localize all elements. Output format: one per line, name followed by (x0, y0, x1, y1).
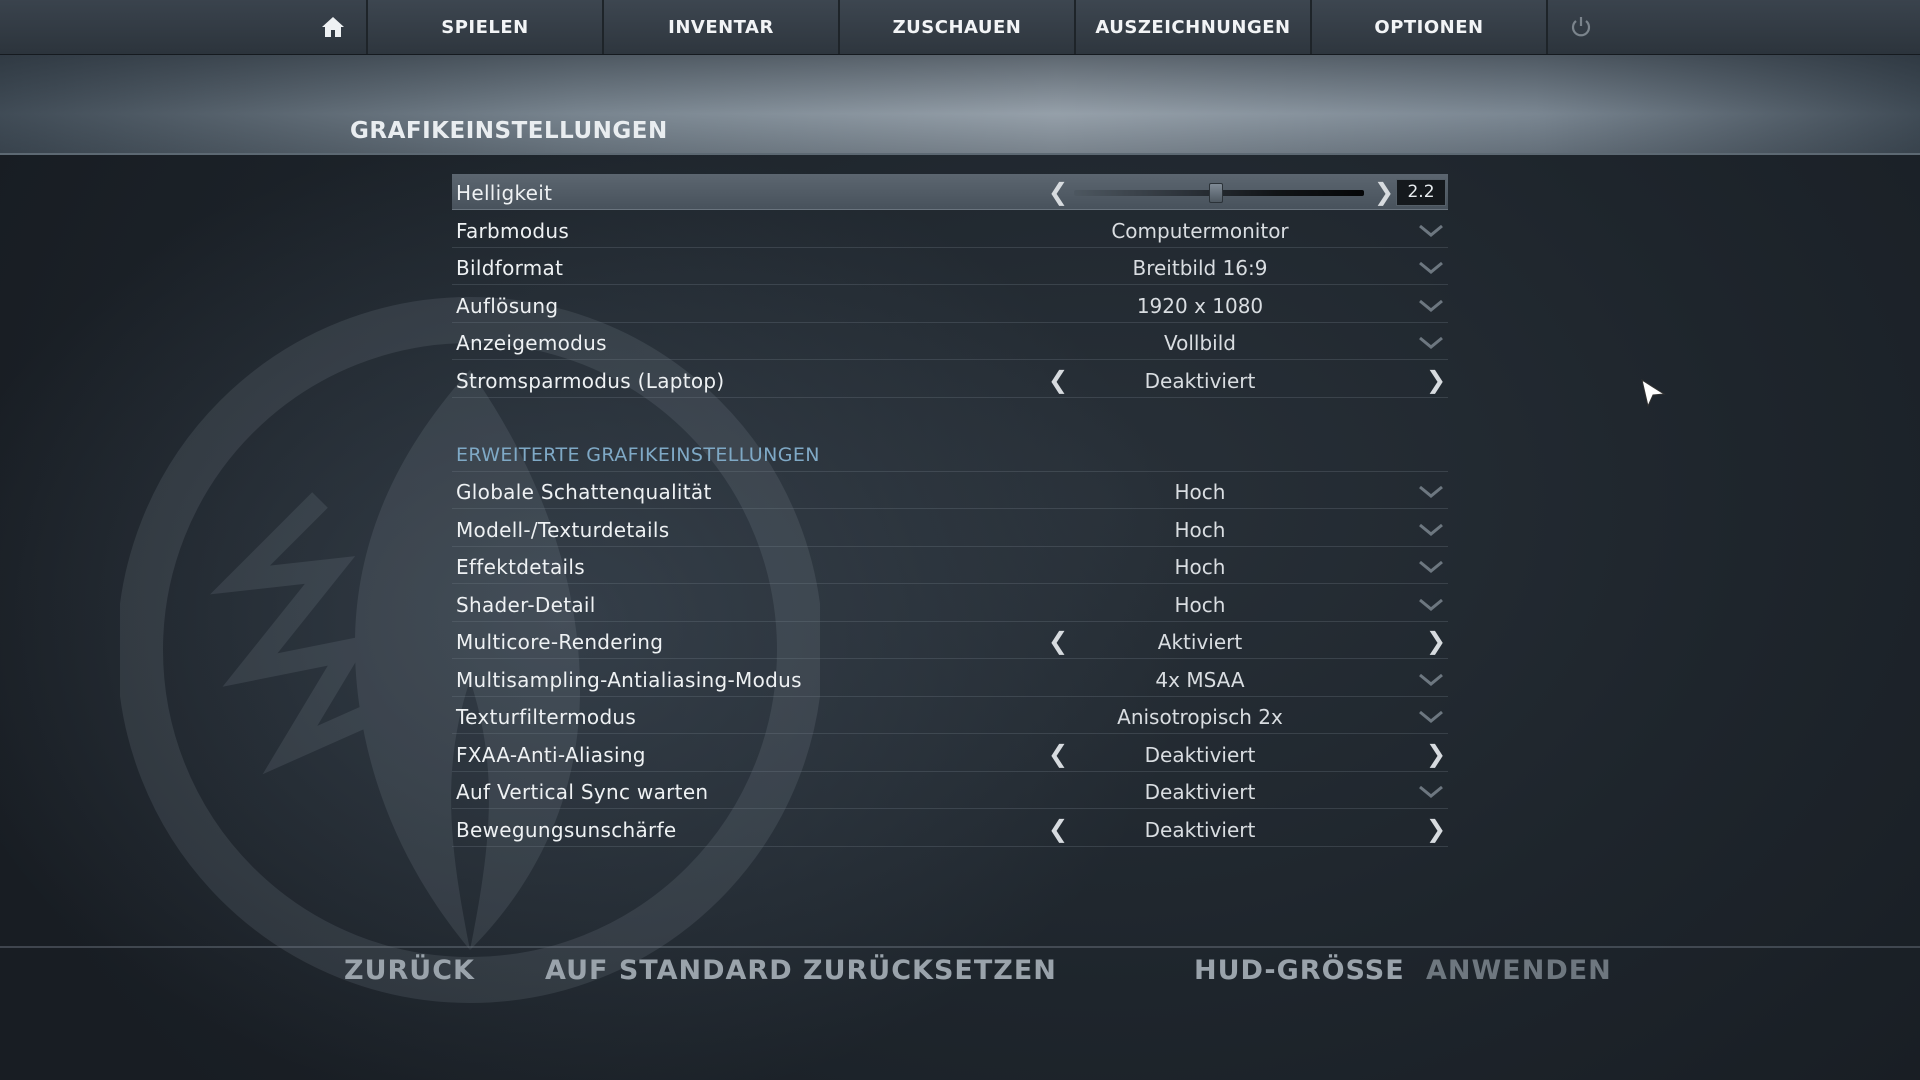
setting-label: Stromsparmodus (Laptop) (456, 368, 725, 393)
setting-label: FXAA-Anti-Aliasing (456, 742, 646, 767)
top-navigation: SPIELEN INVENTAR ZUSCHAUEN AUSZEICHNUNGE… (0, 0, 1920, 55)
setting-value[interactable]: 4x MSAA (1050, 668, 1350, 692)
chevron-down-icon[interactable] (1416, 594, 1446, 614)
nav-home-button[interactable] (300, 0, 368, 54)
tab-optionen[interactable]: OPTIONEN (1312, 0, 1548, 54)
setting-label: Multisampling-Antialiasing-Modus (456, 667, 802, 692)
setting-row[interactable]: Bildformat Breitbild 16:9 (452, 249, 1448, 285)
setting-value[interactable]: Computermonitor (1050, 219, 1350, 243)
setting-row[interactable]: Auf Vertical Sync warten Deaktiviert (452, 773, 1448, 809)
settings-list: Helligkeit ❮ ❯ 2.2 Farbmodus Computermoni… (452, 174, 1448, 848)
setting-value[interactable]: Deaktiviert (1050, 743, 1350, 767)
apply-button[interactable]: ANWENDEN (1426, 955, 1612, 986)
setting-row[interactable]: Effektdetails Hoch (452, 548, 1448, 584)
page-title: GRAFIKEINSTELLUNGEN (350, 118, 668, 144)
setting-value[interactable]: Deaktiviert (1050, 369, 1350, 393)
setting-label: Farbmodus (456, 218, 570, 243)
setting-row[interactable]: FXAA-Anti-Aliasing Deaktiviert ❮ ❯ (452, 736, 1448, 772)
chevron-right-icon[interactable]: ❯ (1426, 366, 1446, 394)
setting-label: Modell-/Texturdetails (456, 517, 670, 542)
slider-handle[interactable] (1209, 183, 1224, 203)
tab-inventar[interactable]: INVENTAR (604, 0, 840, 54)
setting-row[interactable]: Shader-Detail Hoch (452, 586, 1448, 622)
chevron-right-icon[interactable]: ❯ (1426, 627, 1446, 655)
setting-value[interactable]: Anisotropisch 2x (1050, 705, 1350, 729)
setting-label: Multicore-Rendering (456, 630, 664, 654)
chevron-right-icon[interactable]: ❯ (1426, 815, 1446, 843)
chevron-down-icon[interactable] (1416, 295, 1446, 315)
tab-auszeichnungen[interactable]: AUSZEICHNUNGEN (1076, 0, 1312, 54)
setting-label: Helligkeit (456, 181, 553, 205)
chevron-left-icon[interactable]: ❮ (1048, 366, 1068, 394)
setting-value[interactable]: Hoch (1050, 593, 1350, 617)
chevron-down-icon[interactable] (1416, 519, 1446, 539)
setting-value[interactable]: Hoch (1050, 555, 1350, 579)
tab-zuschauen[interactable]: ZUSCHAUEN (840, 0, 1076, 54)
chevron-left-icon[interactable]: ❮ (1048, 627, 1068, 655)
chevron-left-icon[interactable]: ❮ (1048, 178, 1068, 206)
back-button[interactable]: ZURÜCK (344, 955, 475, 986)
setting-value[interactable]: Aktiviert (1050, 630, 1350, 654)
setting-row[interactable]: Multisampling-Antialiasing-Modus 4x MSAA (452, 661, 1448, 697)
section-heading: ERWEITERTE GRAFIKEINSTELLUNGEN (456, 443, 820, 466)
setting-label: Effektdetails (456, 555, 585, 579)
chevron-down-icon[interactable] (1416, 556, 1446, 576)
setting-label: Bewegungsunschärfe (456, 817, 677, 842)
tab-spielen[interactable]: SPIELEN (368, 0, 604, 54)
chevron-left-icon[interactable]: ❮ (1048, 815, 1068, 843)
setting-value[interactable]: Breitbild 16:9 (1050, 256, 1350, 280)
setting-row[interactable]: Multicore-Rendering Aktiviert ❮ ❯ (452, 623, 1448, 659)
chevron-left-icon[interactable]: ❮ (1048, 740, 1068, 768)
chevron-down-icon[interactable] (1416, 669, 1446, 689)
hud-size-button[interactable]: HUD-GRÖSSE (1194, 955, 1405, 986)
chevron-down-icon[interactable] (1416, 220, 1446, 240)
setting-value[interactable]: 1920 x 1080 (1050, 294, 1350, 318)
advanced-section-title: ERWEITERTE GRAFIKEINSTELLUNGEN (452, 436, 1448, 472)
setting-value[interactable]: Vollbild (1050, 331, 1350, 355)
reset-defaults-button[interactable]: AUF STANDARD ZURÜCKSETZEN (545, 955, 1057, 986)
setting-row[interactable]: Farbmodus Computermonitor (452, 212, 1448, 248)
footer-divider (0, 946, 1920, 948)
setting-value[interactable]: Deaktiviert (1050, 780, 1350, 804)
setting-value[interactable]: Deaktiviert (1050, 818, 1350, 842)
chevron-down-icon[interactable] (1416, 257, 1446, 277)
setting-row[interactable]: Bewegungsunschärfe Deaktiviert ❮ ❯ (452, 811, 1448, 847)
setting-label: Shader-Detail (456, 592, 596, 617)
power-icon (1571, 17, 1591, 37)
header-band (0, 55, 1920, 155)
chevron-right-icon[interactable]: ❯ (1426, 740, 1446, 768)
setting-value[interactable]: Hoch (1050, 518, 1350, 542)
options-screen: SPIELEN INVENTAR ZUSCHAUEN AUSZEICHNUNGE… (0, 0, 1920, 1080)
chevron-down-icon[interactable] (1416, 332, 1446, 352)
home-icon (322, 17, 344, 37)
setting-row[interactable]: Auflösung 1920 x 1080 (452, 287, 1448, 323)
setting-label: Auf Vertical Sync warten (456, 780, 709, 804)
chevron-down-icon[interactable] (1416, 781, 1446, 801)
chevron-down-icon[interactable] (1416, 481, 1446, 501)
brightness-value[interactable]: 2.2 (1396, 179, 1446, 206)
setting-row[interactable]: Modell-/Texturdetails Hoch (452, 511, 1448, 547)
setting-row[interactable]: Stromsparmodus (Laptop) Deaktiviert ❮ ❯ (452, 362, 1448, 398)
setting-row[interactable]: Texturfiltermodus Anisotropisch 2x (452, 698, 1448, 734)
setting-row[interactable]: Anzeigemodus Vollbild (452, 324, 1448, 360)
setting-row[interactable]: Globale Schattenqualität Hoch (452, 473, 1448, 509)
setting-label: Auflösung (456, 293, 559, 318)
mouse-cursor-icon (1641, 378, 1666, 408)
setting-label: Texturfiltermodus (456, 705, 637, 729)
setting-label: Bildformat (456, 256, 564, 280)
setting-label: Globale Schattenqualität (456, 480, 712, 504)
chevron-down-icon[interactable] (1416, 706, 1446, 726)
setting-label: Anzeigemodus (456, 331, 607, 355)
setting-row-helligkeit[interactable]: Helligkeit ❮ ❯ 2.2 (452, 174, 1448, 210)
nav-power-button[interactable] (1548, 0, 1614, 54)
chevron-right-icon[interactable]: ❯ (1374, 178, 1394, 206)
setting-value[interactable]: Hoch (1050, 480, 1350, 504)
